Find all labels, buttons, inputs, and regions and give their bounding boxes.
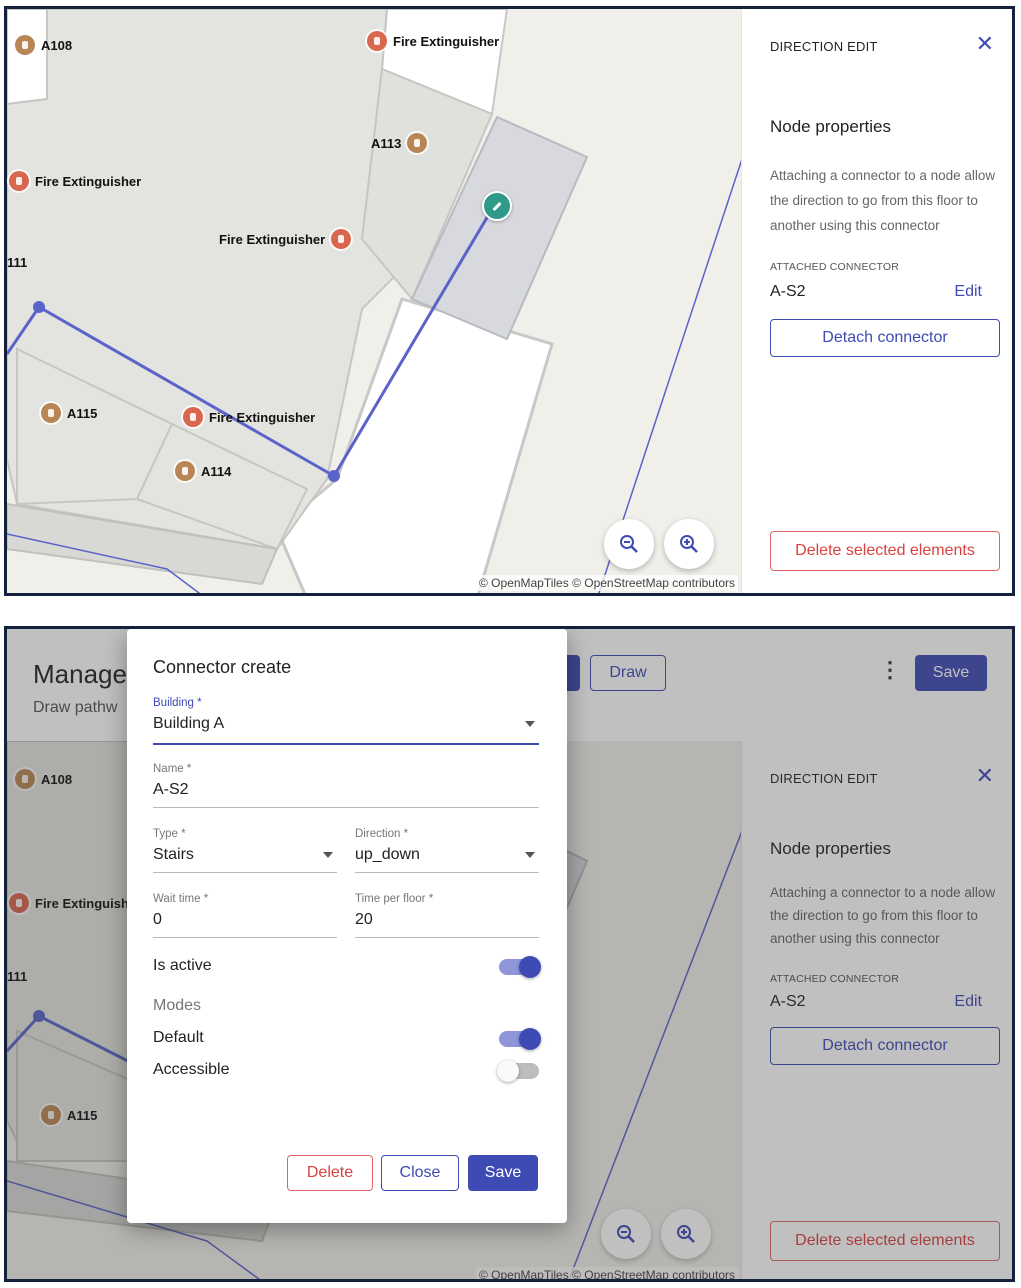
accessible-mode-toggle[interactable]	[497, 1060, 539, 1082]
accessible-mode-label: Accessible	[153, 1061, 230, 1078]
save-button[interactable]: Save	[468, 1155, 538, 1191]
poi-fire-extinguisher[interactable]: Fire Extinguisher	[183, 407, 315, 427]
direction-edit-panel: DIRECTION EDIT ✕ Node properties Attachi…	[741, 9, 1012, 593]
poi-fire-extinguisher[interactable]: Fire Extinguisher	[9, 171, 141, 191]
poi-room[interactable]: A113	[371, 133, 428, 153]
node-properties-title: Node properties	[770, 117, 891, 136]
default-mode-toggle[interactable]	[499, 1028, 541, 1050]
node-description: Attaching a connector to a node allow th…	[770, 168, 996, 233]
zoom-out-icon	[620, 535, 638, 553]
chevron-down-icon	[525, 721, 535, 727]
attached-connector-label: ATTACHED CONNECTOR	[770, 261, 900, 273]
is-active-label: Is active	[153, 957, 212, 974]
edit-connector-link[interactable]: Edit	[954, 283, 982, 301]
modes-label: Modes	[153, 997, 202, 1014]
connector-create-screenshot: Manage Draw pathw Draw ⋮ Save A108 Fire …	[4, 626, 1015, 1282]
wait-time-field[interactable]: Wait time * 0	[153, 893, 337, 938]
floor-plan-shapes	[7, 9, 742, 593]
connector-node-pin-icon[interactable]	[482, 191, 512, 221]
panel-header: DIRECTION EDIT	[770, 39, 878, 54]
detach-connector-button[interactable]: Detach connector	[770, 319, 1000, 357]
fire-extinguisher-icon	[367, 31, 387, 51]
zoom-in-icon	[680, 535, 698, 553]
poi-room[interactable]: A114	[175, 461, 231, 481]
fire-extinguisher-icon	[9, 171, 29, 191]
chevron-down-icon	[323, 852, 333, 858]
name-field[interactable]: Name * A-S2	[153, 763, 539, 808]
delete-button[interactable]: Delete	[287, 1155, 373, 1191]
direction-select[interactable]: Direction * up_down	[355, 828, 539, 873]
floor-map[interactable]: A108 Fire Extinguisher A113 Fire Extingu…	[7, 9, 742, 593]
delete-selected-elements-button[interactable]: Delete selected elements	[770, 531, 1000, 571]
dialog-title: Connector create	[153, 657, 292, 677]
time-per-floor-field[interactable]: Time per floor * 20	[355, 893, 539, 938]
poi-room[interactable]: A108	[15, 35, 72, 55]
poi-fire-extinguisher[interactable]: Fire Extinguisher	[219, 229, 352, 249]
connector-create-dialog: Connector create Building * Building A N…	[127, 629, 567, 1223]
close-button[interactable]: Close	[381, 1155, 459, 1191]
close-icon[interactable]: ✕	[976, 33, 994, 55]
poi-room[interactable]: A115	[41, 403, 97, 423]
zoom-out-button[interactable]	[604, 519, 654, 569]
type-select[interactable]: Type * Stairs	[153, 828, 337, 873]
chevron-down-icon	[525, 852, 535, 858]
fire-extinguisher-icon	[331, 229, 352, 249]
room-icon	[407, 133, 428, 153]
poi-fire-extinguisher[interactable]: Fire Extinguisher	[367, 31, 499, 51]
map-attribution: © OpenMapTiles © OpenStreetMap contribut…	[475, 575, 738, 591]
building-select[interactable]: Building * Building A	[153, 697, 539, 745]
attached-connector-value: A-S2	[770, 283, 806, 300]
room-icon	[175, 461, 195, 481]
fire-extinguisher-icon	[183, 407, 203, 427]
poi-room[interactable]: 111	[7, 255, 27, 270]
default-mode-label: Default	[153, 1029, 204, 1046]
is-active-toggle[interactable]	[499, 956, 541, 978]
room-icon	[15, 35, 35, 55]
room-icon	[41, 403, 61, 423]
direction-edit-screenshot: A108 Fire Extinguisher A113 Fire Extingu…	[4, 6, 1015, 596]
zoom-in-button[interactable]	[664, 519, 714, 569]
